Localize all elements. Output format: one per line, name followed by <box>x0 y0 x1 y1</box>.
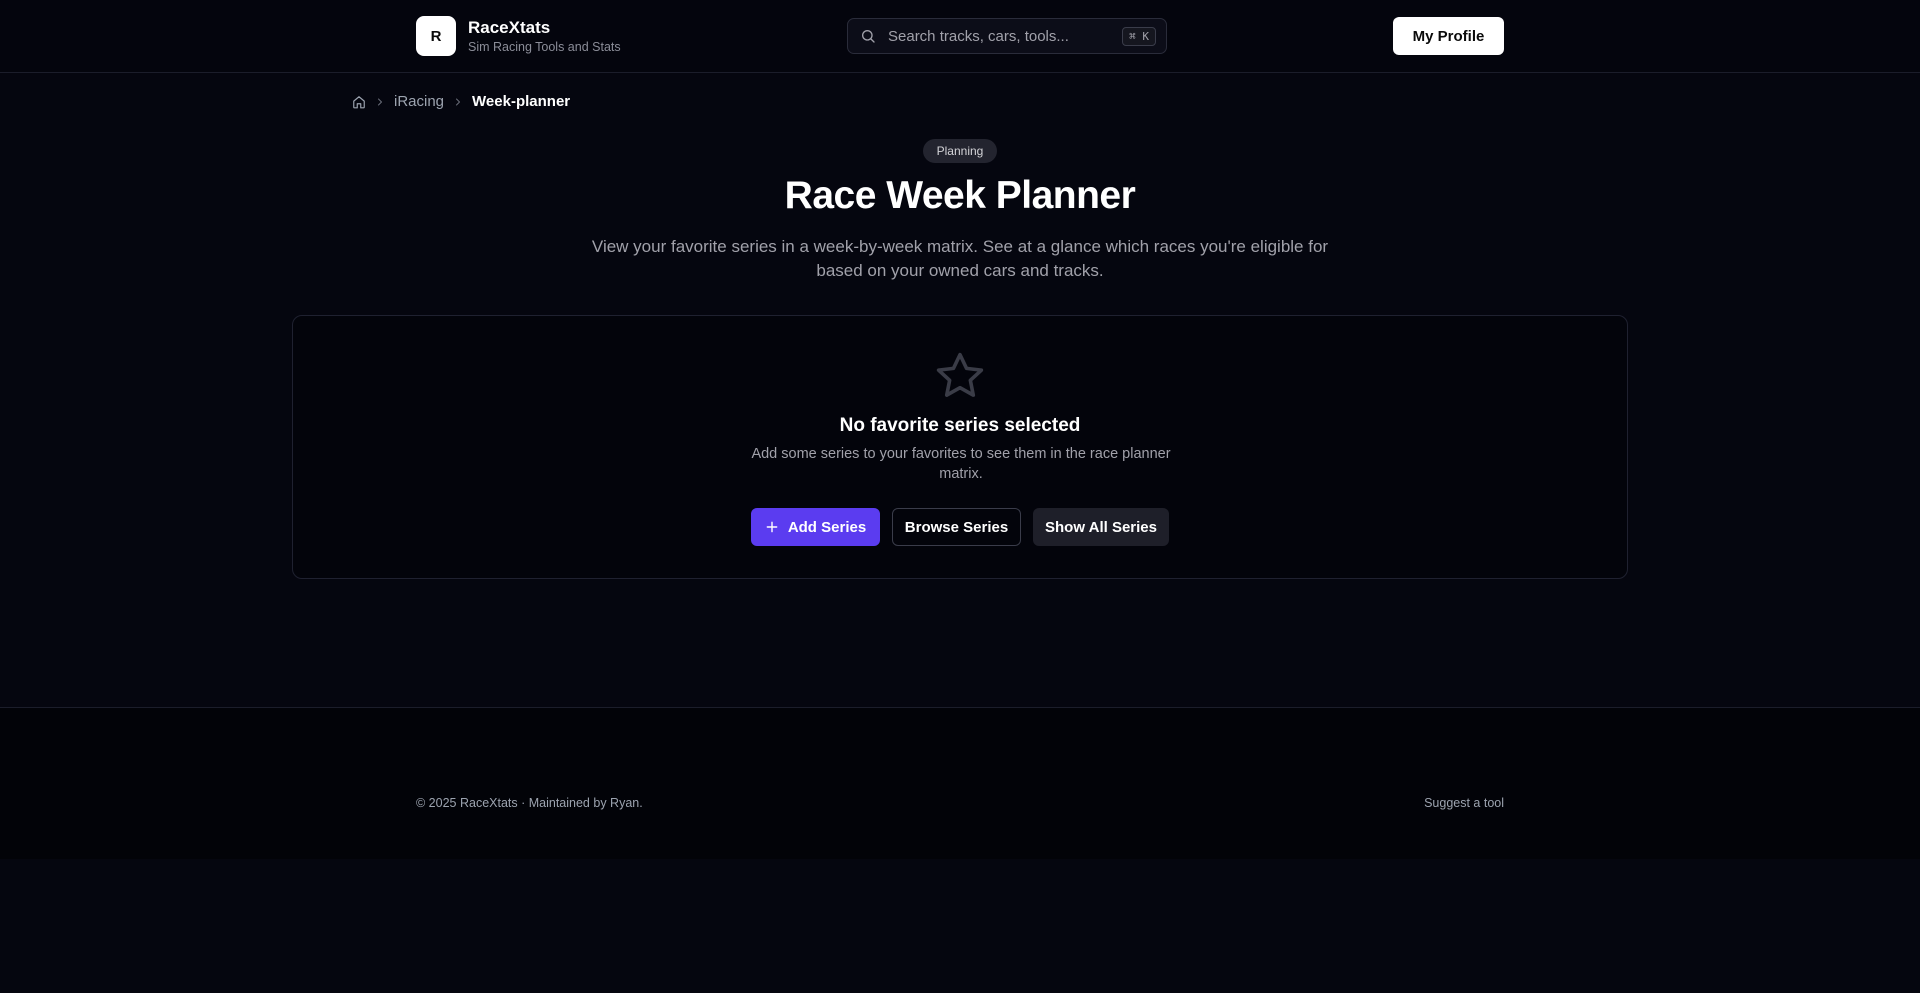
search-placeholder[interactable]: Search tracks, cars, tools... <box>888 28 1122 45</box>
category-badge: Planning <box>923 139 997 163</box>
search-bar[interactable]: Search tracks, cars, tools... ⌘ K <box>847 18 1167 54</box>
browse-series-button[interactable]: Browse Series <box>892 508 1021 546</box>
brand-logo: R <box>416 16 456 56</box>
brand-tagline: Sim Racing Tools and Stats <box>468 39 621 54</box>
add-series-button[interactable]: Add Series <box>751 508 880 546</box>
show-all-series-button[interactable]: Show All Series <box>1033 508 1169 546</box>
page-title: Race Week Planner <box>784 174 1136 217</box>
empty-state-card: No favorite series selected Add some ser… <box>292 315 1628 579</box>
plus-icon <box>765 520 779 534</box>
add-series-label: Add Series <box>787 518 867 536</box>
empty-state-description: Add some series to your favorites to see… <box>751 446 1171 482</box>
star-icon <box>936 352 984 397</box>
top-navbar: R RaceXtats Sim Racing Tools and Stats S… <box>0 0 1920 73</box>
footer: © 2025 RaceXtats · Maintained by Ryan. S… <box>0 707 1920 859</box>
brand-name: RaceXtats <box>468 17 551 37</box>
brand-link[interactable]: R RaceXtats Sim Racing Tools and Stats <box>416 16 621 56</box>
empty-state-actions: Add Series Browse Series Show All Series <box>751 508 1169 546</box>
chevron-right-icon <box>374 96 386 108</box>
breadcrumb: iRacing Week-planner <box>352 93 570 110</box>
breadcrumb-current: Week-planner <box>472 93 571 110</box>
search-shortcut-badge: ⌘ K <box>1122 26 1156 46</box>
chevron-right-icon <box>452 96 464 108</box>
suggest-tool-link[interactable]: Suggest a tool <box>1424 796 1504 810</box>
page-description: View your favorite series in a week-by-w… <box>591 237 1329 280</box>
search-icon <box>862 30 875 43</box>
empty-state-title: No favorite series selected <box>839 415 1081 436</box>
brand-text: RaceXtats Sim Racing Tools and Stats <box>468 18 621 55</box>
my-profile-button[interactable]: My Profile <box>1393 17 1504 55</box>
breadcrumb-link-iracing[interactable]: iRacing <box>394 93 444 110</box>
footer-copyright: © 2025 RaceXtats · Maintained by Ryan. <box>416 796 643 810</box>
home-icon[interactable] <box>352 95 366 109</box>
